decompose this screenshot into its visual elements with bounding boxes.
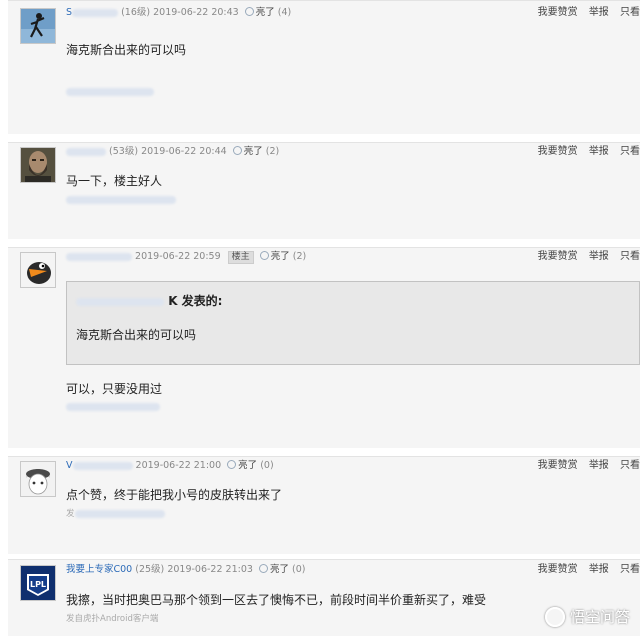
post-1: S (16级) 2019-06-22 20:43 亮了 (4) 我要赞赏 举报 … xyxy=(8,0,640,134)
post-actions: 我要赞赏 举报 只看 xyxy=(530,460,640,472)
wukong-logo-icon xyxy=(544,606,565,627)
reward-button[interactable]: 我要赞赏 xyxy=(538,146,578,157)
light-bulb-icon xyxy=(227,460,237,469)
post-content: 马一下，楼主好人 xyxy=(66,174,163,188)
cartoon-bird-avatar-icon xyxy=(21,253,55,287)
view-only-button[interactable]: 只看 xyxy=(620,7,640,18)
reward-button[interactable]: 我要赞赏 xyxy=(538,564,578,575)
view-only-button[interactable]: 只看 xyxy=(620,460,640,471)
blurred-client xyxy=(66,195,176,204)
avatar[interactable] xyxy=(20,147,56,183)
reward-button[interactable]: 我要赞赏 xyxy=(538,7,578,18)
avatar[interactable] xyxy=(20,8,56,44)
blurred-username xyxy=(72,8,119,17)
lit-button[interactable]: 亮了 xyxy=(256,7,275,18)
lpl-logo-avatar-icon: LPL xyxy=(21,566,55,600)
report-button[interactable]: 举报 xyxy=(589,564,609,575)
quote-box: K 发表的: 海克斯合出来的可以吗 xyxy=(66,281,640,365)
post-meta: 我要上专家C00 (25级) 2019-06-22 21:03 亮了 (0) xyxy=(66,564,305,576)
svg-text:LPL: LPL xyxy=(30,580,46,589)
post-timestamp: 2019-06-22 21:03 xyxy=(167,564,253,575)
post-actions: 我要赞赏 举报 只看 xyxy=(530,564,640,576)
blurred-client xyxy=(66,87,154,96)
blurred-username xyxy=(66,252,132,261)
post-timestamp: 2019-06-22 20:44 xyxy=(141,146,227,157)
post-meta: (53级) 2019-06-22 20:44 亮了 (2) xyxy=(66,146,279,158)
view-only-button[interactable]: 只看 xyxy=(620,564,640,575)
post-actions: 我要赞赏 举报 只看 xyxy=(530,7,640,19)
quote-text: 海克斯合出来的可以吗 xyxy=(76,328,197,342)
lit-button[interactable]: 亮了 xyxy=(238,460,257,471)
report-button[interactable]: 举报 xyxy=(589,460,609,471)
post-4: V 2019-06-22 21:00 亮了 (0) 我要赞赏 举报 只看 点个赞… xyxy=(8,456,640,554)
post-actions: 我要赞赏 举报 只看 xyxy=(530,146,640,158)
post-timestamp: 2019-06-22 20:59 xyxy=(135,251,221,262)
post-content: 我擦，当时把奥巴马那个领到一区去了懊悔不已，前段时间半价重新买了，难受 xyxy=(66,593,487,607)
lit-count: (2) xyxy=(265,146,280,157)
light-bulb-icon xyxy=(232,146,242,155)
blurred-client xyxy=(74,509,165,518)
bearded-man-avatar-icon xyxy=(21,148,55,182)
post-3: 2019-06-22 20:59 楼主 亮了 (2) 我要赞赏 举报 只看 K … xyxy=(8,247,640,448)
avatar[interactable] xyxy=(20,461,56,497)
light-bulb-icon xyxy=(244,7,254,16)
lit-count: (2) xyxy=(292,251,307,262)
blurred-quote-author xyxy=(76,297,164,306)
owner-badge: 楼主 xyxy=(227,251,254,264)
lit-count: (4) xyxy=(277,7,292,18)
report-button[interactable]: 举报 xyxy=(589,7,609,18)
client-info xyxy=(66,87,154,97)
avatar[interactable] xyxy=(20,252,56,288)
post-actions: 我要赞赏 举报 只看 xyxy=(530,251,640,263)
blurred-username xyxy=(72,461,133,470)
username[interactable]: 我要上专家C00 xyxy=(66,564,132,575)
watermark: 悟空问答 xyxy=(544,606,630,627)
post-meta: 2019-06-22 20:59 楼主 亮了 (2) xyxy=(66,251,306,264)
skydiver-avatar-icon xyxy=(21,9,55,43)
quote-attribution: K 发表的: xyxy=(168,294,223,308)
post-meta: V 2019-06-22 21:00 亮了 (0) xyxy=(66,460,274,472)
view-only-button[interactable]: 只看 xyxy=(620,146,640,157)
reward-button[interactable]: 我要赞赏 xyxy=(538,460,578,471)
light-bulb-icon xyxy=(258,564,268,573)
lit-button[interactable]: 亮了 xyxy=(271,251,290,262)
blurred-username xyxy=(66,147,106,156)
post-2: (53级) 2019-06-22 20:44 亮了 (2) 我要赞赏 举报 只看… xyxy=(8,142,640,239)
lit-button[interactable]: 亮了 xyxy=(270,564,289,575)
quote-header: K 发表的: xyxy=(76,292,222,309)
lit-count: (0) xyxy=(292,564,306,575)
user-level: (25级) xyxy=(135,564,165,575)
post-timestamp: 2019-06-22 20:43 xyxy=(153,7,239,18)
post-content: 海克斯合出来的可以吗 xyxy=(66,43,187,57)
anime-girl-avatar-icon xyxy=(21,462,55,496)
report-button[interactable]: 举报 xyxy=(589,146,609,157)
client-info: 发自虎扑Android客户端 xyxy=(66,614,159,624)
watermark-text: 悟空问答 xyxy=(569,608,630,626)
lit-button[interactable]: 亮了 xyxy=(244,146,263,157)
lit-count: (0) xyxy=(260,460,274,471)
avatar[interactable]: LPL xyxy=(20,565,56,601)
post-content: 点个赞，终于能把我小号的皮肤转出来了 xyxy=(66,488,283,502)
user-level: (16级) xyxy=(121,7,151,18)
report-button[interactable]: 举报 xyxy=(589,251,609,262)
post-meta: S (16级) 2019-06-22 20:43 亮了 (4) xyxy=(66,7,291,19)
reward-button[interactable]: 我要赞赏 xyxy=(538,251,578,262)
light-bulb-icon xyxy=(259,251,269,260)
client-info xyxy=(66,402,160,412)
blurred-client xyxy=(66,402,160,411)
post-content: 可以，只要没用过 xyxy=(66,382,163,396)
user-level: (53级) xyxy=(109,146,139,157)
client-info: 发 xyxy=(66,507,165,519)
username[interactable]: V xyxy=(66,460,73,471)
post-timestamp: 2019-06-22 21:00 xyxy=(135,460,222,471)
client-info xyxy=(66,195,176,205)
view-only-button[interactable]: 只看 xyxy=(620,251,640,262)
